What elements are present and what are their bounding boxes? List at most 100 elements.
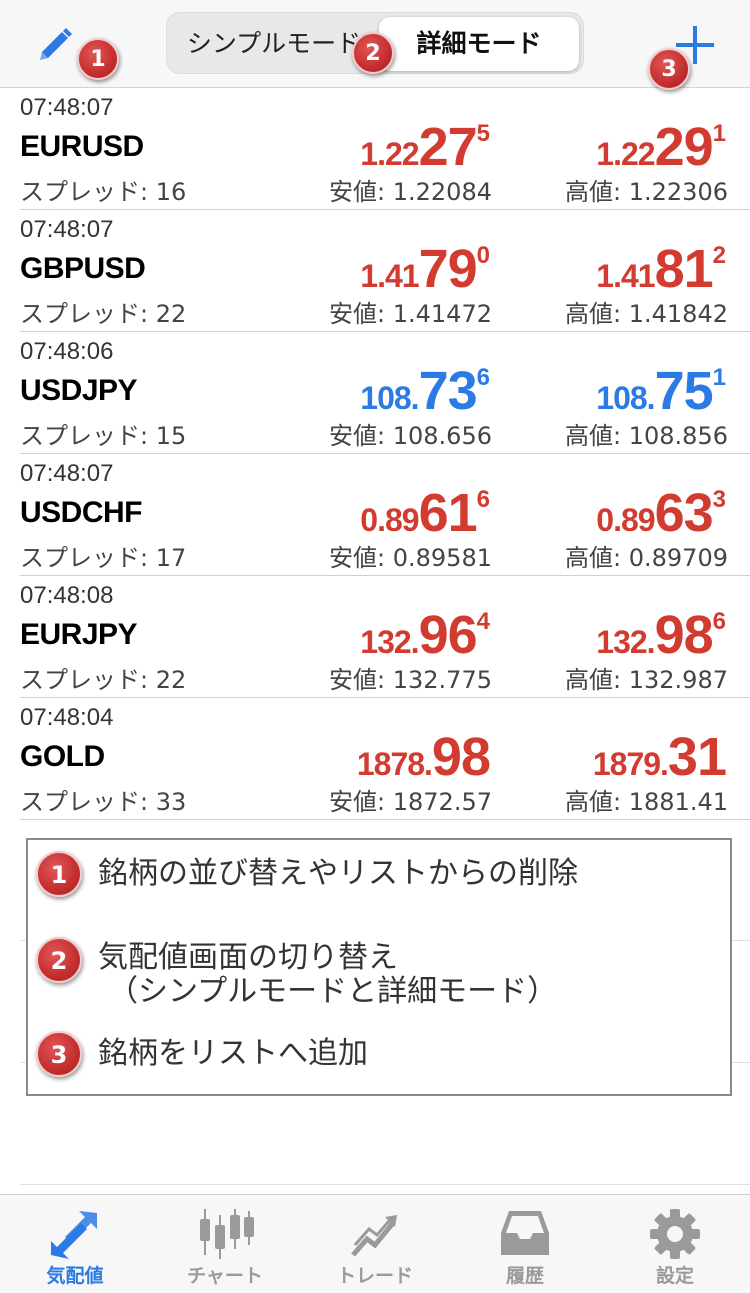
annotation-legend-box: 1 銘柄の並び替えやリストからの削除 2 気配値画面の切り替え （シンプルモード… (26, 838, 732, 1096)
inbox-tray-icon (501, 1211, 549, 1255)
detail-mode-tab[interactable]: 詳細モード (379, 17, 579, 71)
quote-time: 07:48:06 (20, 338, 114, 365)
candlestick-chart-icon (200, 1209, 254, 1259)
legend-badge: 3 (36, 1031, 82, 1077)
legend-text: 銘柄をリストへ追加 (98, 1036, 368, 1071)
quote-spread: スプレッド: 16 (20, 178, 187, 206)
ask-price-pips: 81 (654, 239, 714, 299)
ask-price-pips: 29 (654, 117, 714, 177)
annotation-badge-1: 1 (77, 38, 119, 80)
legend-badge: 1 (36, 851, 82, 897)
ask-price-pips: 98 (654, 605, 714, 665)
ask-price: 108.751 (466, 360, 726, 422)
quote-symbol: USDCHF (20, 496, 143, 529)
quote-time: 07:48:04 (20, 704, 114, 731)
quote-spread: スプレッド: 15 (20, 422, 187, 450)
quote-high: 高値: 108.856 (565, 422, 728, 450)
bid-price-prefix: 1.22 (360, 136, 419, 172)
quote-time: 07:48:07 (20, 94, 114, 121)
quote-high: 高値: 1.41842 (565, 300, 728, 328)
bid-price-prefix: 1.41 (360, 258, 419, 294)
ask-price-prefix: 132. (596, 624, 655, 660)
trade-chart-icon (351, 1215, 397, 1257)
tab-history[interactable]: 履歴 (450, 1195, 600, 1293)
bid-price: 132.964 (230, 604, 490, 666)
quote-spread: スプレッド: 22 (20, 666, 187, 694)
ask-price: 1.22291 (466, 116, 726, 178)
quote-row[interactable]: 07:48:07 EURUSD スプレッド: 16 1.22275 1.22291 安値:… (0, 88, 750, 210)
tab-label: 履歴 (505, 1265, 544, 1287)
quote-low: 安値: 1.22084 (329, 178, 492, 206)
tab-chart[interactable]: チャート (150, 1195, 300, 1293)
quote-low: 安値: 1.41472 (329, 300, 492, 328)
annotation-badge-2: 2 (352, 32, 394, 74)
ask-price-pips: 63 (654, 483, 714, 543)
quote-symbol: GBPUSD (20, 252, 146, 285)
quote-row[interactable]: 07:48:06 USDJPY スプレッド: 15 108.736 108.751 安値:… (0, 332, 750, 454)
tab-label: チャート (187, 1265, 263, 1287)
edit-button[interactable] (32, 22, 78, 68)
quote-spread: スプレッド: 17 (20, 544, 187, 572)
ask-price-fraction: 6 (712, 608, 726, 635)
quote-symbol: EURUSD (20, 130, 144, 163)
ask-price-fraction: 1 (712, 120, 726, 147)
bid-price: 1.41790 (230, 238, 490, 300)
quote-low: 安値: 132.775 (329, 666, 492, 694)
ask-price-pips: 31 (667, 727, 727, 787)
pencil-icon (40, 28, 72, 60)
ask-price: 1.41812 (466, 238, 726, 300)
bid-price: 108.736 (230, 360, 490, 422)
quote-time: 07:48:07 (20, 460, 114, 487)
legend-text-sub: （シンプルモードと詳細モード） (108, 974, 558, 1009)
legend-badge: 2 (36, 937, 82, 983)
tab-settings[interactable]: 設定 (600, 1195, 750, 1293)
quote-low: 安値: 1872.57 (329, 788, 492, 816)
bid-price-prefix: 0.89 (360, 502, 419, 538)
ask-price-prefix: 1879. (592, 746, 669, 782)
quote-high: 高値: 0.89709 (565, 544, 728, 572)
quote-symbol: GOLD (20, 740, 105, 773)
quote-row[interactable]: 07:48:08 EURJPY スプレッド: 22 132.964 132.986 安値:… (0, 576, 750, 698)
row-divider (20, 819, 750, 820)
ask-price-fraction: 2 (712, 242, 726, 269)
quote-low: 安値: 0.89581 (329, 544, 492, 572)
empty-row-divider (20, 1184, 750, 1185)
tab-label: 設定 (655, 1265, 694, 1287)
gear-icon (650, 1209, 700, 1259)
ask-price-pips: 75 (654, 361, 714, 421)
ask-price-prefix: 108. (596, 380, 655, 416)
ask-price-fraction: 3 (712, 486, 726, 513)
legend-text: 気配値画面の切り替え (98, 940, 398, 975)
tab-label: トレード (336, 1265, 413, 1287)
ask-price-prefix: 1.22 (596, 136, 655, 172)
tab-label: 気配値 (46, 1265, 104, 1287)
bid-price: 1.22275 (230, 116, 490, 178)
ask-price-prefix: 1.41 (596, 258, 655, 294)
quote-high: 高値: 1.22306 (565, 178, 728, 206)
ask-price-prefix: 0.89 (596, 502, 655, 538)
quote-row[interactable]: 07:48:07 GBPUSD スプレッド: 22 1.41790 1.41812 安値:… (0, 210, 750, 332)
bid-price: 1878.98 (230, 726, 491, 788)
quote-symbol: EURJPY (20, 618, 138, 651)
quote-spread: スプレッド: 22 (20, 300, 187, 328)
bid-price-prefix: 108. (360, 380, 419, 416)
simple-mode-tab[interactable]: シンプルモード (171, 17, 377, 71)
ask-price: 0.89633 (466, 482, 726, 544)
quote-high: 高値: 1881.41 (565, 788, 728, 816)
annotation-badge-3: 3 (648, 48, 690, 90)
legend-text: 銘柄の並び替えやリストからの削除 (98, 856, 578, 891)
tab-bar: 気配値 チャート トレード 履歴 設定 (0, 1194, 750, 1293)
quote-row[interactable]: 07:48:07 USDCHF スプレッド: 17 0.89616 0.89633 安値:… (0, 454, 750, 576)
quote-spread: スプレッド: 33 (20, 788, 187, 816)
quote-time: 07:48:08 (20, 582, 114, 609)
quotes-arrows-icon (51, 1211, 97, 1259)
tab-trade[interactable]: トレード (300, 1195, 450, 1293)
ask-price: 132.986 (466, 604, 726, 666)
tab-quotes[interactable]: 気配値 (0, 1195, 150, 1293)
bid-price-prefix: 132. (360, 624, 419, 660)
ask-price-fraction: 1 (712, 364, 726, 391)
quote-high: 高値: 132.987 (565, 666, 728, 694)
quote-row[interactable]: 07:48:04 GOLD スプレッド: 33 1878.98 1879.31 安値: 1… (0, 698, 750, 820)
ask-price: 1879.31 (466, 726, 727, 788)
bid-price-prefix: 1878. (356, 746, 433, 782)
